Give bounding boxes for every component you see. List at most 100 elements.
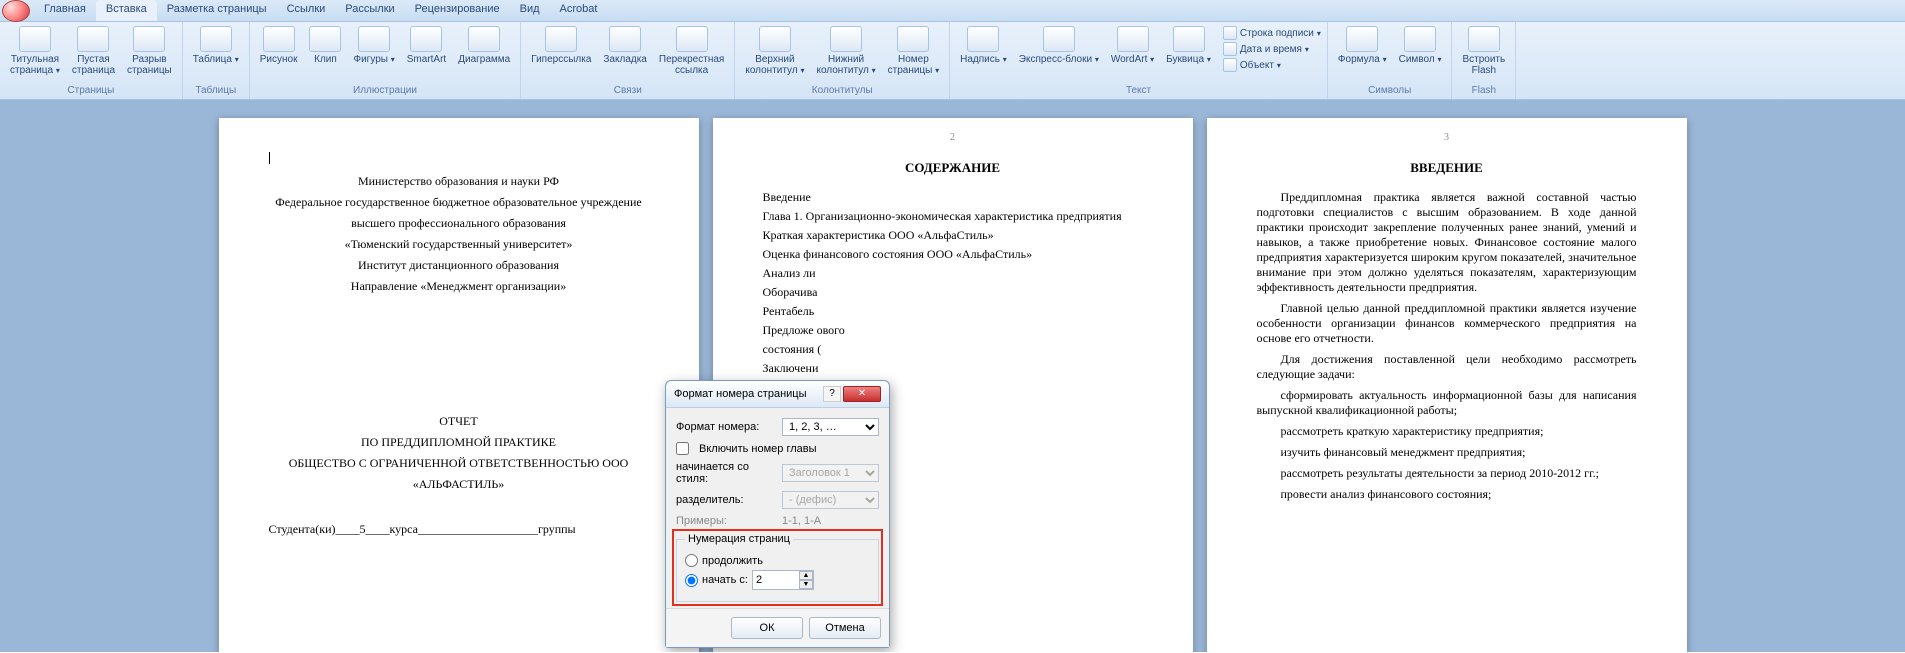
toc-entry: Оборачива — [763, 285, 1143, 300]
ribbon-дата-и-время[interactable]: Дата и время ▾ — [1223, 42, 1321, 56]
dialog-help-button[interactable]: ? — [823, 386, 841, 402]
ribbon-гиперссылка[interactable]: Гиперссылка — [527, 24, 595, 67]
диаграмма-icon — [468, 26, 500, 52]
toc-entry: Краткая характеристика ООО «АльфаСтиль» — [763, 228, 1143, 243]
dialog-close-button[interactable]: ✕ — [843, 386, 881, 402]
group-label-текст: Текст — [956, 84, 1321, 97]
ribbon-рисунок[interactable]: Рисунок — [256, 24, 302, 67]
toc-entry: состояния ( — [763, 342, 1143, 357]
ribbon-объект[interactable]: Объект ▾ — [1223, 58, 1321, 72]
format-label: Формат номера: — [676, 421, 776, 433]
examples-label: Примеры: — [676, 515, 776, 527]
нижний-icon — [830, 26, 862, 52]
continue-label: продолжить — [702, 555, 763, 567]
номер-icon — [897, 26, 929, 52]
spin-up-button[interactable]: ▲ — [799, 571, 813, 580]
continue-radio[interactable] — [685, 554, 698, 567]
intro-title: ВВЕДЕНИЕ — [1257, 160, 1637, 176]
титульная-icon — [19, 26, 51, 52]
пустая-icon — [77, 26, 109, 52]
separator-label: разделитель: — [676, 494, 776, 506]
toc-entry: Введение — [763, 190, 1143, 205]
smartart-icon — [410, 26, 442, 52]
фигуры-icon — [358, 26, 390, 52]
ribbon-встроить-flash[interactable]: ВстроитьFlash — [1458, 24, 1509, 78]
клип-icon — [309, 26, 341, 52]
гиперссылка-icon — [545, 26, 577, 52]
буквица-icon — [1173, 26, 1205, 52]
разрыв-icon — [133, 26, 165, 52]
toc-entry: Предложе ового — [763, 323, 1143, 338]
tab-acrobat[interactable]: Acrobat — [550, 0, 608, 21]
ribbon-разрыв-страницы[interactable]: Разрывстраницы — [123, 24, 176, 78]
ok-button[interactable]: ОК — [731, 617, 803, 639]
формула-icon — [1346, 26, 1378, 52]
ribbon-верхний-колонтитул[interactable]: Верхнийколонтитул ▾ — [741, 24, 808, 78]
start-at-label: начать с: — [702, 574, 748, 586]
ribbon-экспресс-блоки[interactable]: Экспресс-блоки ▾ — [1015, 24, 1103, 67]
ribbon-smartart[interactable]: SmartArt — [403, 24, 450, 67]
group-label-страницы: Страницы — [6, 84, 176, 97]
ribbon-перекрестная-ссылка[interactable]: Перекрестнаяссылка — [655, 24, 728, 78]
include-chapter-label: Включить номер главы — [699, 443, 817, 455]
student-line: Студента(ки)____5____курса______________… — [269, 522, 649, 537]
start-at-input[interactable] — [753, 571, 799, 589]
надпись-icon — [967, 26, 999, 52]
ribbon-закладка[interactable]: Закладка — [599, 24, 650, 67]
ribbon-wordart[interactable]: WordArt ▾ — [1107, 24, 1158, 67]
верхний-icon — [759, 26, 791, 52]
group-label-связи: Связи — [527, 84, 728, 97]
include-chapter-checkbox[interactable] — [676, 442, 689, 455]
перекрестная-icon — [676, 26, 708, 52]
рисунок-icon — [263, 26, 295, 52]
ribbon-номер-страницы[interactable]: Номерстраницы ▾ — [884, 24, 944, 78]
таблица-icon — [200, 26, 232, 52]
wordart-icon — [1117, 26, 1149, 52]
ribbon-надпись[interactable]: Надпись ▾ — [956, 24, 1011, 67]
ribbon-диаграмма[interactable]: Диаграмма — [454, 24, 514, 67]
cancel-button[interactable]: Отмена — [809, 617, 881, 639]
separator-select: - (дефис) — [782, 491, 879, 509]
document-page-1: Министерство образования и науки РФФедер… — [219, 118, 699, 652]
toc-title: СОДЕРЖАНИЕ — [763, 160, 1143, 176]
page-numbering-fieldset: Нумерация страниц продолжить начать с: ▲… — [676, 533, 879, 602]
закладка-icon — [609, 26, 641, 52]
toc-entry: Анализ ли — [763, 266, 1143, 281]
ribbon-клип[interactable]: Клип — [305, 24, 345, 67]
group-label-колонтитулы: Колонтитулы — [741, 84, 943, 97]
dialog-title: Формат номера страницы — [674, 388, 807, 400]
group-label-таблицы: Таблицы — [189, 84, 243, 97]
ribbon-фигуры[interactable]: Фигуры ▾ — [349, 24, 398, 67]
numbering-legend: Нумерация страниц — [685, 533, 793, 545]
ribbon-символ[interactable]: Символ ▾ — [1395, 24, 1446, 67]
tab-разметка-страницы[interactable]: Разметка страницы — [157, 0, 277, 21]
starts-with-style-label: начинается со стиля: — [676, 461, 776, 485]
page-number-format-dialog: Формат номера страницы ? ✕ Формат номера… — [665, 380, 890, 648]
tab-вид[interactable]: Вид — [510, 0, 550, 21]
document-page-3: 3 ВВЕДЕНИЕ Преддипломная практика являет… — [1207, 118, 1687, 652]
toc-entry: Глава 1. Организационно-экономическая ха… — [763, 209, 1143, 224]
chapter-style-select: Заголовок 1 — [782, 464, 879, 482]
tab-вставка[interactable]: Вставка — [96, 0, 157, 21]
ribbon-строка-подписи[interactable]: Строка подписи ▾ — [1223, 26, 1321, 40]
tab-рецензирование[interactable]: Рецензирование — [405, 0, 510, 21]
tab-главная[interactable]: Главная — [34, 0, 96, 21]
ribbon-буквица[interactable]: Буквица ▾ — [1162, 24, 1215, 67]
ribbon-титульная-страница[interactable]: Титульнаястраница ▾ — [6, 24, 64, 78]
office-button[interactable] — [2, 0, 30, 22]
number-format-select[interactable]: 1, 2, 3, … — [782, 418, 879, 436]
tab-ссылки[interactable]: Ссылки — [277, 0, 336, 21]
spin-down-button[interactable]: ▼ — [799, 580, 813, 589]
ribbon-таблица[interactable]: Таблица ▾ — [189, 24, 243, 67]
toc-entry: Рентабель — [763, 304, 1143, 319]
toc-entry: Заключени — [763, 361, 1143, 376]
ribbon-пустая-страница[interactable]: Пустаястраница — [68, 24, 119, 78]
examples-value: 1-1, 1-A — [782, 515, 821, 527]
toc-entry: Оценка финансового состояния ООО «АльфаС… — [763, 247, 1143, 262]
экспресс-блоки-icon — [1043, 26, 1075, 52]
tab-рассылки[interactable]: Рассылки — [335, 0, 404, 21]
group-label-символы: Символы — [1334, 84, 1446, 97]
start-at-radio[interactable] — [685, 574, 698, 587]
ribbon-нижний-колонтитул[interactable]: Нижнийколонтитул ▾ — [812, 24, 879, 78]
ribbon-формула[interactable]: Формула ▾ — [1334, 24, 1391, 67]
